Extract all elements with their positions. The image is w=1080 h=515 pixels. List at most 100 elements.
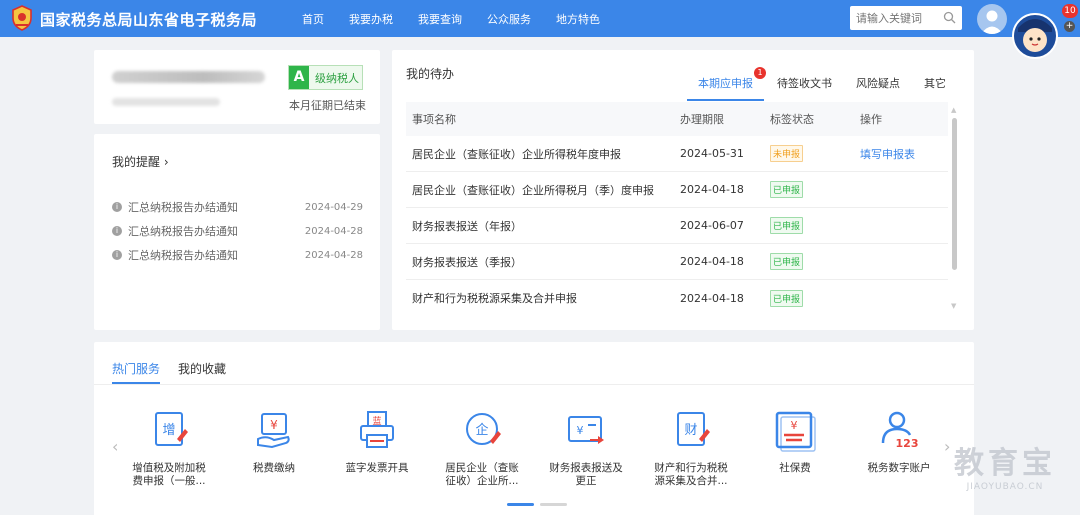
nav-handle-tax[interactable]: 我要办税 <box>349 11 393 27</box>
nav-home[interactable]: 首页 <box>302 11 324 27</box>
status-badge: 已申报 <box>770 217 804 234</box>
service-label: 居民企业（查账 征收）企业所... <box>445 462 519 487</box>
info-icon: i <box>112 202 122 212</box>
service-label: 社保费 <box>779 462 811 474</box>
reminder-item[interactable]: i 汇总纳税报告办结通知 2024-04-28 <box>112 219 363 243</box>
mascot-icon <box>1012 13 1058 59</box>
status-badge: 已申报 <box>770 289 804 307</box>
service-social-insurance[interactable]: ¥ 社保费 <box>750 409 840 475</box>
grade-text: 级纳税人 <box>315 71 359 85</box>
nav-local-features[interactable]: 地方特色 <box>556 11 600 27</box>
table-row: 财产和行为税税源采集及合并申报 2024-04-18 已申报 <box>406 280 948 316</box>
row-deadline: 2024-06-07 <box>680 219 744 232</box>
fill-return-link[interactable]: 填写申报表 <box>860 148 915 161</box>
todo-table: 事项名称 办理期限 标签状态 操作 居民企业（查账征收）企业所得税年度申报 20… <box>406 102 948 316</box>
service-label: 增值税及附加税 费申报（一般... <box>132 462 206 487</box>
tab-current-filing[interactable]: 本期应申报 1 <box>687 67 766 101</box>
service-label: 蓝字发票开具 <box>345 462 409 474</box>
table-scrollbar[interactable]: ▲ ▼ <box>950 106 958 320</box>
search-input[interactable] <box>850 6 934 30</box>
todo-title: 我的待办 <box>406 67 455 81</box>
col-status: 标签状态 <box>770 113 814 126</box>
reminder-item[interactable]: i 汇总纳税报告办结通知 2024-04-28 <box>112 243 363 267</box>
service-label: 财务报表报送及 更正 <box>549 462 623 487</box>
tab-pending-documents[interactable]: 待签收文书 <box>777 75 832 101</box>
scroll-down-arrow-icon[interactable]: ▼ <box>951 302 956 310</box>
col-action: 操作 <box>860 113 882 126</box>
tab-risk-issues[interactable]: 风险疑点 <box>856 75 900 101</box>
svg-text:¥: ¥ <box>270 418 278 432</box>
watermark-sub: JIAOYUBAO.CN <box>966 482 1044 492</box>
nav-public-service[interactable]: 公众服务 <box>487 11 531 27</box>
reminders-title-link[interactable]: 我的提醒 › <box>112 153 169 170</box>
scrollbar-thumb[interactable] <box>952 118 957 270</box>
reminder-text: 汇总纳税报告办结通知 <box>128 249 238 262</box>
col-item-name: 事项名称 <box>412 113 456 126</box>
mascot-assistant[interactable] <box>1010 6 1060 60</box>
status-badge: 已申报 <box>770 181 804 198</box>
reminder-item[interactable]: i 汇总纳税报告办结通知 2024-04-29 <box>112 195 363 219</box>
divider <box>94 384 974 385</box>
table-header: 事项名称 办理期限 标签状态 操作 <box>406 102 948 136</box>
invoice-printer-icon: 蓝 <box>360 411 394 448</box>
user-avatar[interactable] <box>977 4 1007 34</box>
svg-text:财: 财 <box>684 423 697 438</box>
row-item-name: 财务报表报送（年报） <box>412 219 522 233</box>
services-tabs: 热门服务 我的收藏 <box>112 360 244 384</box>
reminder-text: 汇总纳税报告办结通知 <box>128 225 238 238</box>
svg-text:增: 增 <box>162 423 175 438</box>
row-item-name: 居民企业（查账征收）企业所得税月（季）度申报 <box>412 183 654 197</box>
tab-hot-services[interactable]: 热门服务 <box>112 360 161 384</box>
tab-count-badge: 1 <box>754 67 766 79</box>
reminder-text: 汇总纳税报告办结通知 <box>128 201 238 214</box>
carousel-prev-icon[interactable]: ‹ <box>112 437 118 456</box>
watermark-main: 教育宝 <box>954 446 1056 481</box>
service-blue-invoice[interactable]: 蓝 蓝字发票开具 <box>332 409 422 475</box>
row-item-name: 财产和行为税税源采集及合并申报 <box>412 292 577 305</box>
todo-tabs: 本期应申报 1 待签收文书 风险疑点 其它 <box>687 67 970 101</box>
row-deadline: 2024-04-18 <box>680 291 744 305</box>
site-title[interactable]: 国家税务总局山东省电子税务局 <box>40 9 257 30</box>
svg-text:123: 123 <box>896 437 919 450</box>
service-label: 税费缴纳 <box>253 462 295 474</box>
enterprise-tax-icon: 企 <box>466 413 501 445</box>
service-property-behavior-tax[interactable]: 财 财产和行为税税 源采集及合并... <box>646 409 736 488</box>
reminder-date: 2024-04-28 <box>304 249 363 261</box>
page-dot-active[interactable] <box>507 503 534 506</box>
table-row: 财务报表报送（年报） 2024-06-07 已申报 <box>406 208 948 244</box>
search-icon[interactable] <box>943 11 956 24</box>
tab-other[interactable]: 其它 <box>924 75 946 101</box>
service-tax-payment[interactable]: ¥ 税费缴纳 <box>229 409 319 475</box>
watermark: 教育宝 JIAOYUBAO.CN <box>940 438 1070 492</box>
page-dot[interactable] <box>540 503 567 506</box>
tab-my-favorites[interactable]: 我的收藏 <box>178 360 226 384</box>
social-insurance-icon: ¥ <box>775 411 816 452</box>
vat-icon: 增 <box>155 412 188 446</box>
reminder-date: 2024-04-28 <box>304 225 363 237</box>
scroll-up-arrow-icon[interactable]: ▲ <box>951 106 956 114</box>
service-digital-tax-account[interactable]: 123 税务数字账户 <box>854 409 944 475</box>
row-item-name: 财务报表报送（季报） <box>412 255 522 269</box>
service-enterprise-income-tax[interactable]: 企 居民企业（查账 征收）企业所... <box>437 409 527 488</box>
tax-payment-icon: ¥ <box>257 413 290 449</box>
col-deadline: 办理期限 <box>680 113 724 126</box>
row-deadline: 2024-04-18 <box>680 183 744 196</box>
top-header: 国家税务总局山东省电子税务局 首页 我要办税 我要查询 公众服务 地方特色 10… <box>0 0 1080 59</box>
credit-grade-badge: A 级纳税人 <box>288 65 363 90</box>
nav-query[interactable]: 我要查询 <box>418 11 462 27</box>
status-badge: 已申报 <box>770 253 804 270</box>
property-tax-icon: 财 <box>677 412 710 446</box>
main-nav: 首页 我要办税 我要查询 公众服务 地方特色 <box>302 11 625 27</box>
filing-period-status: 本月征期已结束 <box>289 99 366 112</box>
mascot-expand-icon[interactable]: + <box>1064 21 1075 32</box>
masked-company-name <box>112 71 265 83</box>
row-deadline: 2024-04-18 <box>680 255 744 268</box>
reminders-card: 我的提醒 › i 汇总纳税报告办结通知 2024-04-29 i 汇总纳税报告办… <box>94 134 380 330</box>
tab-label: 本期应申报 <box>698 77 753 90</box>
user-icon <box>981 10 1003 34</box>
service-financial-report[interactable]: ¥ 财务报表报送及 更正 <box>541 409 631 488</box>
service-label: 财产和行为税税 源采集及合并... <box>654 462 728 487</box>
digital-account-icon: 123 <box>881 411 919 450</box>
service-vat-filing[interactable]: 增 增值税及附加税 费申报（一般... <box>124 409 214 488</box>
mascot-notification-badge: 10 <box>1062 4 1078 18</box>
